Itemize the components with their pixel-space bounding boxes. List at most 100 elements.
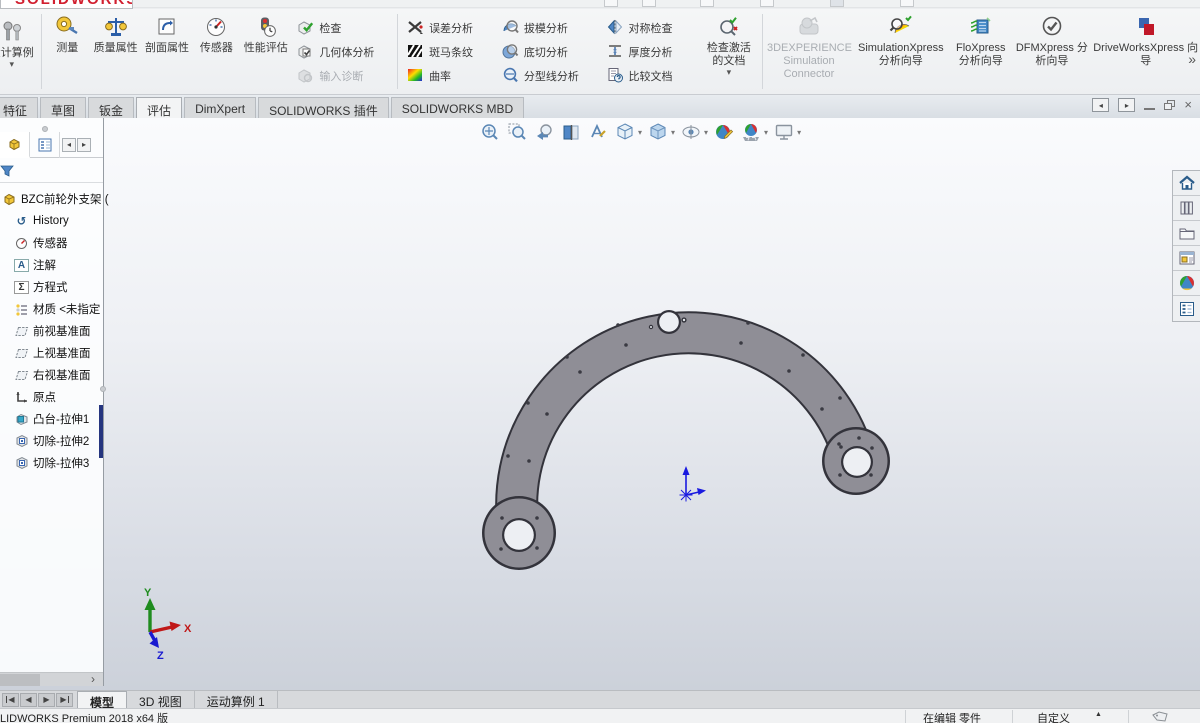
toolbar-icon-stub[interactable] — [642, 0, 656, 7]
tab-property-manager[interactable] — [30, 132, 60, 158]
minimize-icon[interactable] — [1144, 108, 1155, 110]
tree-item-cut-extrude2[interactable]: 切除-拉伸2 — [0, 430, 103, 452]
toolbar-icon-stub[interactable] — [900, 0, 914, 7]
tree-item-material[interactable]: 材质 <未指定 — [0, 298, 103, 320]
measure-button[interactable]: 测量 — [45, 9, 90, 55]
tab-dimxpert[interactable]: DimXpert — [184, 97, 256, 118]
scrollbar-thumb[interactable] — [0, 674, 40, 686]
tree-item-part[interactable]: BZC前轮外支架 ( — [0, 188, 103, 210]
tab-motion-study[interactable]: 运动算例 1 — [195, 691, 278, 709]
nav-next-icon[interactable]: ▶ — [38, 693, 55, 707]
scroll-right-icon[interactable]: › — [91, 672, 95, 686]
tag-icon[interactable] — [1152, 711, 1168, 723]
tab-evaluate[interactable]: 评估 — [136, 97, 182, 118]
pane-collapse-left-icon[interactable]: ◂ — [1092, 98, 1109, 112]
apply-scene-icon[interactable] — [739, 120, 763, 144]
dropdown-arrow-icon[interactable]: ▾ — [764, 128, 768, 137]
file-explorer-tab[interactable] — [1173, 221, 1200, 246]
tree-horizontal-scrollbar[interactable]: › — [0, 672, 103, 686]
tree-filter-bar[interactable] — [0, 159, 103, 183]
nav-last-icon[interactable]: ▶ — [56, 693, 73, 707]
tab-featuremanager-tree[interactable] — [0, 132, 30, 158]
deviation-analysis-button[interactable]: 误差分析 — [401, 16, 496, 40]
nav-first-icon[interactable]: ◀ — [2, 693, 19, 707]
thickness-analysis-button[interactable]: 厚度分析 — [601, 40, 700, 64]
geometry-analysis-button[interactable]: 几何体分析 — [291, 40, 394, 64]
tab-features[interactable]: 特征 — [0, 97, 38, 118]
tab-sketch[interactable]: 草图 — [40, 97, 86, 118]
dropdown-arrow-icon[interactable]: ▾ — [797, 128, 801, 137]
undercut-analysis-button[interactable]: 底切分析 — [496, 40, 601, 64]
part-model[interactable]: Y X Z — [0, 118, 1200, 690]
parting-line-analysis-button[interactable]: 分型线分析 — [496, 64, 601, 88]
sensors-button[interactable]: 传感器 — [193, 9, 240, 55]
tree-item-annotations[interactable]: A 注解 — [0, 254, 103, 276]
graphics-viewport[interactable]: Y X Z ▾ ▾ ▾ ▾ ▾ ◂ — [0, 118, 1200, 690]
part-arc[interactable] — [517, 333, 855, 533]
view-orientation-icon[interactable] — [613, 120, 637, 144]
floxpress-button[interactable]: FloXpress 分析向导 — [949, 9, 1012, 68]
view-annotations-icon[interactable] — [586, 120, 610, 144]
tab-addins[interactable]: SOLIDWORKS 插件 — [258, 97, 389, 118]
curvature-button[interactable]: 曲率 — [401, 64, 496, 88]
tree-item-sensors[interactable]: 传感器 — [0, 232, 103, 254]
mass-properties-button[interactable]: 质量属性 — [90, 9, 141, 55]
toolbar-icon-stub[interactable] — [830, 0, 844, 7]
toolbar-icon-stub[interactable] — [604, 0, 618, 7]
tree-item-top-plane[interactable]: 上视基准面 — [0, 342, 103, 364]
nav-previous-icon[interactable]: ◀ — [20, 693, 37, 707]
section-properties-button[interactable]: 剖面属性 — [141, 9, 192, 55]
dropdown-arrow-icon[interactable]: ▾ — [704, 128, 708, 137]
home-tab[interactable] — [1173, 171, 1200, 196]
hide-show-items-icon[interactable] — [679, 120, 703, 144]
design-library-tab[interactable] — [1173, 196, 1200, 221]
tree-item-history[interactable]: ↺ History — [0, 210, 103, 232]
tree-item-right-plane[interactable]: 右视基准面 — [0, 364, 103, 386]
compare-documents-button[interactable]: 比较文档 — [601, 64, 700, 88]
dropdown-arrow-icon[interactable]: ▾ — [638, 128, 642, 137]
appearances-tab[interactable] — [1173, 271, 1200, 296]
edit-appearance-icon[interactable] — [712, 120, 736, 144]
check-button[interactable]: 检查 — [291, 16, 394, 40]
check-active-document-button[interactable]: 检查激活的文档 ▾ — [699, 9, 758, 76]
tree-item-origin[interactable]: 原点 — [0, 386, 103, 408]
symmetry-check-button[interactable]: 对称检查 — [601, 16, 700, 40]
tab-mbd[interactable]: SOLIDWORKS MBD — [391, 97, 524, 118]
pane-collapse-right-icon[interactable]: ▸ — [1118, 98, 1135, 112]
view-settings-icon[interactable] — [772, 120, 796, 144]
custom-properties-tab[interactable] — [1173, 296, 1200, 321]
dfmxpress-button[interactable]: DFMXpress 分析向导 — [1012, 9, 1091, 68]
draft-analysis-button[interactable]: 拔模分析 — [496, 16, 601, 40]
ribbon-overflow-chevron[interactable]: » — [1188, 51, 1196, 67]
zoom-fit-icon[interactable] — [478, 120, 502, 144]
restore-icon[interactable] — [1164, 100, 1175, 110]
zoom-area-icon[interactable] — [505, 120, 529, 144]
tree-item-cut-extrude3[interactable]: 切除-拉伸3 — [0, 452, 103, 474]
previous-view-icon[interactable] — [532, 120, 556, 144]
dropdown-arrow-icon[interactable]: ▾ — [671, 128, 675, 137]
design-study-button[interactable]: 设计算例 ▾ — [0, 14, 38, 68]
tree-item-boss-extrude1[interactable]: 凸台-拉伸1 — [0, 408, 103, 430]
3dexperience-connector-button[interactable]: 3DEXPERIENCE Simulation Connector — [766, 9, 853, 81]
performance-evaluation-button[interactable]: 性能评估 — [240, 9, 291, 55]
tab-scroll-right-icon[interactable]: ▸ — [77, 138, 91, 152]
custom-status-button[interactable]: 自定义 — [1037, 710, 1070, 723]
import-diagnostics-button[interactable]: 输入诊断 — [291, 64, 394, 88]
toolbar-icon-stub[interactable] — [700, 0, 714, 7]
tab-3d-views[interactable]: 3D 视图 — [127, 691, 195, 709]
panel-edge-handle[interactable] — [100, 386, 106, 392]
tree-item-equations[interactable]: Σ 方程式 — [0, 276, 103, 298]
custom-arrow-icon[interactable]: ▲ — [1095, 711, 1102, 718]
section-view-icon[interactable] — [559, 120, 583, 144]
driveworksxpress-button[interactable]: DriveWorksXpress 向导 — [1091, 9, 1200, 68]
simulationxpress-button[interactable]: SimulationXpress 分析向导 — [852, 9, 949, 68]
toolbar-icon-stub[interactable] — [760, 0, 774, 7]
zebra-stripes-button[interactable]: 斑马条纹 — [401, 40, 496, 64]
view-palette-tab[interactable] — [1173, 246, 1200, 271]
tab-sheet-metal[interactable]: 钣金 — [88, 97, 134, 118]
display-style-icon[interactable] — [646, 120, 670, 144]
close-icon[interactable]: × — [1184, 98, 1192, 112]
tree-item-front-plane[interactable]: 前视基准面 — [0, 320, 103, 342]
tab-scroll-left-icon[interactable]: ◂ — [62, 138, 76, 152]
tab-model[interactable]: 模型 — [77, 691, 127, 709]
